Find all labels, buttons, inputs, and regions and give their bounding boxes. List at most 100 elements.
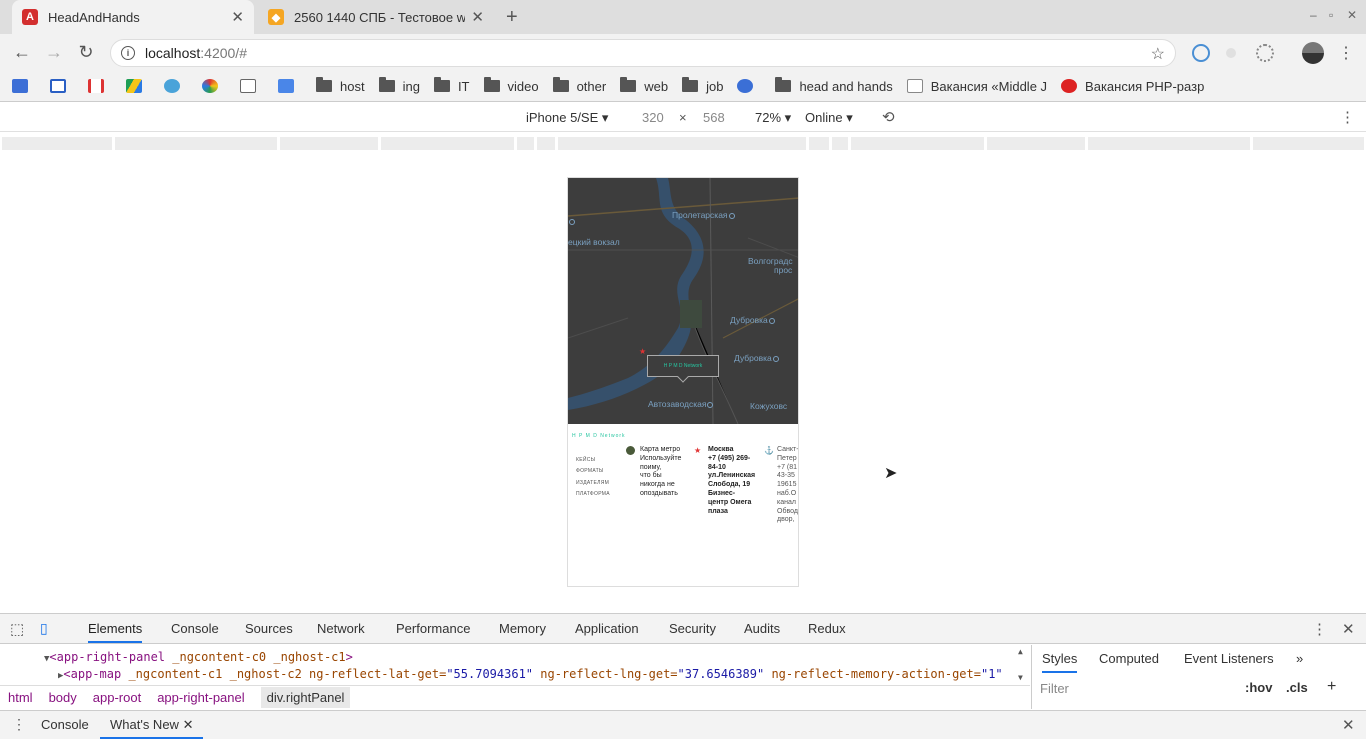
scroll-up-icon[interactable]: ▲ bbox=[1018, 647, 1023, 656]
device-width-input[interactable]: 320 bbox=[642, 110, 664, 125]
tab-redux[interactable]: Redux bbox=[808, 621, 846, 636]
bookmark-item[interactable] bbox=[50, 79, 74, 93]
media-query-segment[interactable] bbox=[2, 137, 112, 150]
bookmark-item[interactable] bbox=[88, 79, 112, 93]
drawer-menu-icon[interactable]: ⋮ bbox=[12, 716, 26, 733]
bookmark-folder[interactable]: web bbox=[620, 77, 668, 94]
close-devtools-icon[interactable]: ✕ bbox=[1342, 620, 1355, 638]
address-bar[interactable]: i localhost:4200/# ☆ bbox=[110, 39, 1176, 67]
media-query-segment[interactable] bbox=[1088, 137, 1250, 150]
media-query-segment[interactable] bbox=[381, 137, 514, 150]
dom-node[interactable]: ▶<app-map _ngcontent-c1 _nghost-c2 ng-re… bbox=[58, 667, 1003, 681]
extension-icon[interactable] bbox=[1226, 48, 1236, 58]
browser-tab[interactable]: ◆ 2560 1440 СПБ - Тестовое web ✕ bbox=[258, 0, 494, 34]
bookmark-item[interactable] bbox=[278, 79, 302, 93]
media-query-segment[interactable] bbox=[851, 137, 984, 150]
tab-computed[interactable]: Computed bbox=[1099, 651, 1159, 666]
minimize-icon[interactable]: ‒ bbox=[1310, 8, 1317, 22]
close-tab-icon[interactable]: ✕ bbox=[231, 8, 244, 26]
inspect-element-icon[interactable]: ⬚ bbox=[10, 620, 24, 638]
logo[interactable]: H P M D Network bbox=[572, 433, 626, 439]
bookmark-item[interactable]: Вакансия PHP-разр bbox=[1061, 79, 1204, 94]
close-tab-icon[interactable]: ✕ bbox=[471, 8, 484, 26]
tab-sources[interactable]: Sources bbox=[245, 621, 293, 636]
bookmark-item[interactable] bbox=[164, 79, 188, 93]
media-query-segment[interactable] bbox=[115, 137, 277, 150]
dom-tree[interactable]: ▼<app-right-panel _ngcontent-c0 _nghost-… bbox=[0, 645, 1030, 685]
bookmark-item[interactable] bbox=[202, 79, 226, 93]
extension-icon[interactable] bbox=[1192, 44, 1210, 62]
browser-tab-active[interactable]: A HeadAndHands ✕ bbox=[12, 0, 254, 34]
zoom-select[interactable]: 72% ▾ bbox=[755, 110, 791, 126]
bookmark-folder[interactable]: other bbox=[552, 77, 606, 94]
new-tab-icon[interactable]: + bbox=[506, 6, 518, 29]
reload-icon[interactable]: ↻ bbox=[74, 42, 98, 63]
bookmark-folder[interactable]: head and hands bbox=[775, 77, 893, 94]
tab-console[interactable]: Console bbox=[171, 621, 219, 636]
site-info-icon[interactable]: i bbox=[121, 46, 135, 60]
more-tabs-icon[interactable]: » bbox=[1296, 651, 1303, 666]
media-query-segment[interactable] bbox=[1253, 137, 1364, 150]
tab-audits[interactable]: Audits bbox=[744, 621, 780, 636]
crumb-div-rightpanel[interactable]: div.rightPanel bbox=[260, 687, 351, 708]
nav-link-cases[interactable]: КЕЙСЫ bbox=[576, 457, 595, 463]
media-query-segment[interactable] bbox=[537, 137, 555, 150]
more-options-icon[interactable]: ⋮ bbox=[1340, 108, 1355, 126]
menu-icon[interactable]: ⋮ bbox=[1338, 43, 1354, 63]
bookmark-folder[interactable]: video bbox=[483, 77, 539, 94]
bookmark-item[interactable] bbox=[737, 79, 761, 93]
window-close-icon[interactable]: ✕ bbox=[1347, 8, 1357, 22]
react-icon[interactable] bbox=[1256, 44, 1274, 62]
rotate-icon[interactable]: ⟲ bbox=[882, 108, 895, 126]
close-drawer-icon[interactable]: ✕ bbox=[1342, 716, 1355, 734]
tab-memory[interactable]: Memory bbox=[499, 621, 546, 636]
drawer-tab-whats-new[interactable]: What's New ✕ bbox=[100, 717, 204, 739]
media-query-segment[interactable] bbox=[809, 137, 829, 150]
hov-toggle[interactable]: :hov bbox=[1245, 680, 1272, 695]
new-rule-icon[interactable]: + bbox=[1327, 678, 1336, 696]
location-marker-icon[interactable]: ★ bbox=[639, 347, 646, 356]
tab-security[interactable]: Security bbox=[669, 621, 716, 636]
bookmark-item[interactable] bbox=[126, 79, 150, 93]
scroll-down-icon[interactable]: ▼ bbox=[1018, 673, 1023, 682]
styles-filter-input[interactable]: Filter bbox=[1040, 681, 1240, 696]
close-tab-icon[interactable]: ✕ bbox=[183, 717, 194, 732]
drawer-tab-console[interactable]: Console bbox=[41, 717, 89, 732]
tab-event-listeners[interactable]: Event Listeners bbox=[1184, 651, 1274, 666]
back-icon[interactable]: ← bbox=[10, 42, 34, 63]
tab-network[interactable]: Network bbox=[317, 621, 365, 636]
bookmark-folder[interactable]: ing bbox=[378, 77, 420, 94]
bookmark-item[interactable] bbox=[12, 79, 36, 93]
nav-link-formats[interactable]: ФОРМАТЫ bbox=[576, 468, 604, 474]
bookmark-folder[interactable]: job bbox=[682, 77, 723, 94]
device-select[interactable]: iPhone 5/SE ▾ bbox=[526, 110, 608, 126]
avatar[interactable] bbox=[1302, 42, 1324, 64]
bookmark-folder[interactable]: host bbox=[316, 77, 365, 94]
tab-performance[interactable]: Performance bbox=[396, 621, 470, 636]
bookmark-star-icon[interactable]: ☆ bbox=[1151, 44, 1165, 64]
nav-link-publishers[interactable]: ИЗДАТЕЛЯМ bbox=[576, 480, 609, 486]
crumb-html[interactable]: html bbox=[8, 690, 33, 705]
media-query-segment[interactable] bbox=[517, 137, 534, 150]
nav-link-platform[interactable]: ПЛАТФОРМА bbox=[576, 491, 610, 497]
bookmark-item[interactable]: Вакансия «Middle J bbox=[906, 79, 1047, 94]
bookmark-folder[interactable]: IT bbox=[433, 77, 470, 94]
network-select[interactable]: Online ▾ bbox=[805, 110, 853, 126]
media-query-segment[interactable] bbox=[280, 137, 378, 150]
maximize-icon[interactable]: ▫ bbox=[1329, 8, 1333, 22]
dom-node[interactable]: ▼<app-right-panel _ngcontent-c0 _nghost-… bbox=[44, 650, 353, 664]
cls-toggle[interactable]: .cls bbox=[1286, 680, 1308, 695]
device-height-input[interactable]: 568 bbox=[703, 110, 725, 125]
forward-icon[interactable]: → bbox=[42, 42, 66, 63]
map[interactable]: Пролетарская ецкий вокзал Волгоградс про… bbox=[568, 178, 798, 424]
map-popup[interactable]: H P M D Network bbox=[647, 355, 719, 377]
media-query-segment[interactable] bbox=[832, 137, 848, 150]
crumb-app-root[interactable]: app-root bbox=[93, 690, 141, 705]
tab-application[interactable]: Application bbox=[575, 621, 639, 636]
media-query-segment[interactable] bbox=[558, 137, 806, 150]
crumb-body[interactable]: body bbox=[49, 690, 77, 705]
devtools-menu-icon[interactable]: ⋮ bbox=[1312, 620, 1327, 638]
tab-styles[interactable]: Styles bbox=[1042, 651, 1078, 673]
media-query-segment[interactable] bbox=[987, 137, 1085, 150]
device-mode-icon[interactable]: ▯ bbox=[40, 620, 48, 637]
